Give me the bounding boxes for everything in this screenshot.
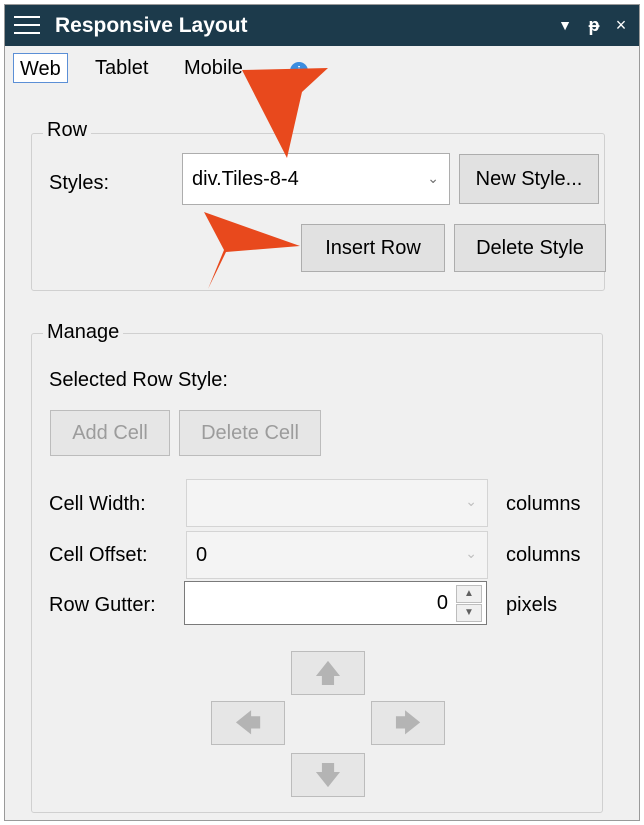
callout-overlay	[204, 68, 328, 289]
callout-arrow-right-icon	[204, 212, 300, 289]
callout-arrow-down-icon	[242, 68, 328, 158]
